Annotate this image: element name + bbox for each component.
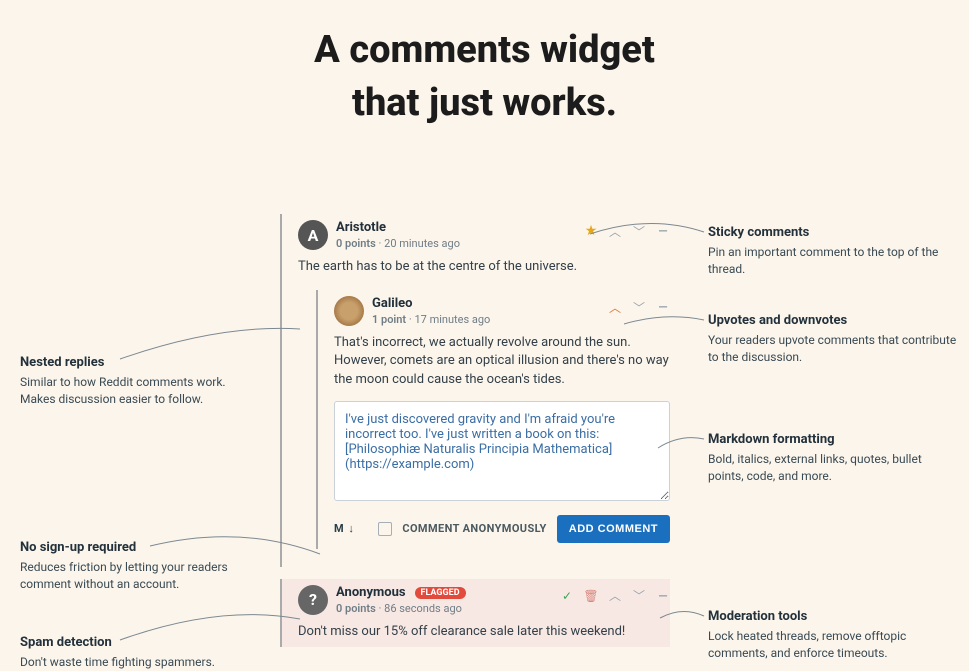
callout-sticky: Sticky comments Pin an important comment… bbox=[708, 224, 958, 278]
collapse-icon[interactable] bbox=[656, 300, 670, 314]
downvote-icon[interactable]: ﹀ bbox=[632, 589, 646, 603]
callout-nosignup: No sign-up required Reduces friction by … bbox=[20, 539, 260, 593]
headline-line1: A comments widget bbox=[314, 28, 655, 72]
avatar: ? bbox=[298, 585, 328, 615]
upvote-icon[interactable]: ︿ bbox=[608, 224, 622, 238]
comment-points: 0 points bbox=[336, 602, 376, 615]
delete-icon[interactable]: 🗑 bbox=[584, 589, 598, 603]
comment-body: The earth has to be at the centre of the… bbox=[298, 258, 670, 276]
markdown-hint[interactable]: M ↓ bbox=[334, 522, 355, 535]
comment-body: Don't miss our 15% off clearance sale la… bbox=[298, 623, 670, 641]
anonymous-label: COMMENT ANONYMOUSLY bbox=[402, 522, 546, 535]
downvote-icon[interactable]: ﹀ bbox=[632, 224, 646, 238]
add-comment-button[interactable]: ADD COMMENT bbox=[557, 515, 670, 543]
flagged-badge: FLAGGED bbox=[415, 587, 466, 599]
callout-nested: Nested replies Similar to how Reddit com… bbox=[20, 354, 250, 408]
comment-editor[interactable] bbox=[334, 401, 670, 501]
comments-widget: A Aristotle 0 points · 20 minutes ago ★ … bbox=[280, 214, 670, 659]
avatar bbox=[334, 296, 364, 326]
comment-time: 20 minutes ago bbox=[384, 237, 460, 250]
star-icon[interactable]: ★ bbox=[584, 224, 598, 238]
comment-time: 86 seconds ago bbox=[384, 602, 462, 615]
collapse-icon[interactable] bbox=[656, 224, 670, 238]
page-headline: A comments widget that just works. bbox=[0, 24, 969, 130]
comment-points: 1 point bbox=[372, 313, 406, 326]
upvote-icon[interactable]: ︿ bbox=[608, 300, 622, 314]
upvote-icon[interactable]: ︿ bbox=[608, 589, 622, 603]
callout-mod: Moderation tools Lock heated threads, re… bbox=[708, 608, 958, 662]
avatar: A bbox=[298, 220, 328, 250]
downvote-icon[interactable]: ﹀ bbox=[632, 300, 646, 314]
callout-votes: Upvotes and downvotes Your readers upvot… bbox=[708, 312, 958, 366]
comment-anonymous: ? Anonymous FLAGGED 0 points · 86 second… bbox=[280, 579, 670, 647]
comment-author: Anonymous bbox=[336, 585, 406, 600]
comment-body: That's incorrect, we actually revolve ar… bbox=[334, 334, 670, 389]
comment-time: 17 minutes ago bbox=[414, 313, 490, 326]
callout-markdown: Markdown formatting Bold, italics, exter… bbox=[708, 431, 958, 485]
comment-aristotle: A Aristotle 0 points · 20 minutes ago ★ … bbox=[280, 214, 670, 567]
approve-icon[interactable]: ✓ bbox=[560, 589, 574, 603]
headline-line2: that just works. bbox=[352, 81, 617, 125]
comment-galileo: Galileo 1 point · 17 minutes ago ︿ ﹀ Tha… bbox=[316, 290, 670, 549]
comment-author: Galileo bbox=[372, 296, 490, 311]
comment-author: Aristotle bbox=[336, 220, 460, 235]
anonymous-checkbox[interactable] bbox=[378, 522, 392, 536]
collapse-icon[interactable] bbox=[656, 589, 670, 603]
comment-points: 0 points bbox=[336, 237, 376, 250]
